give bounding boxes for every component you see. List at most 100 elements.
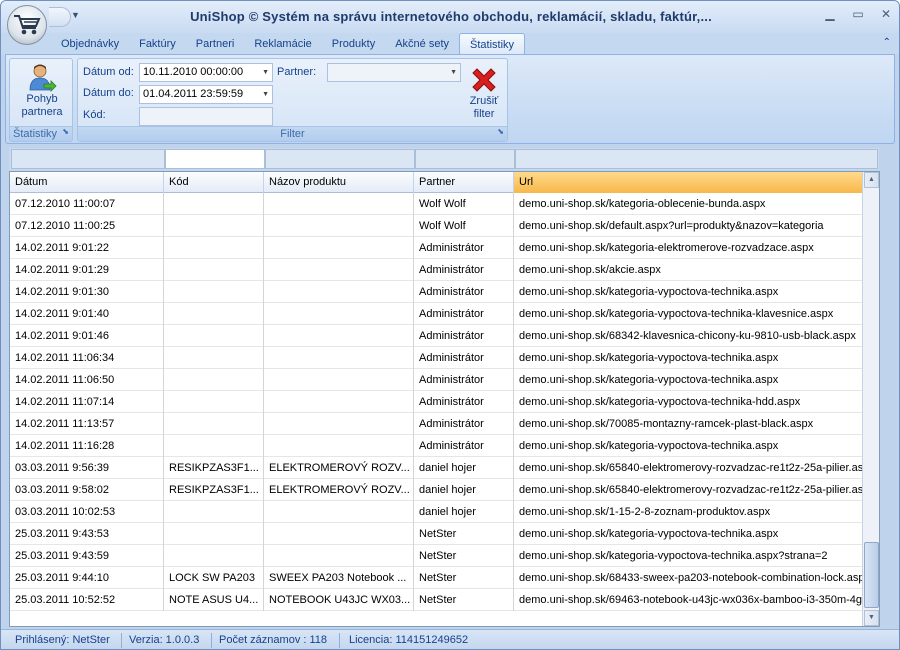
cancel-filter-label-1: Zrušiť: [469, 95, 499, 107]
partner-dropdown[interactable]: ▼: [327, 63, 461, 82]
filter-group-label: Filter ⬊: [78, 126, 507, 141]
table-cell: [264, 347, 414, 369]
filter-dialog-launcher-icon[interactable]: ⬊: [497, 124, 504, 139]
table-cell: daniel hojer: [414, 501, 514, 523]
table-row[interactable]: 14.02.2011 11:06:50 Administrátor demo.uni…: [10, 369, 879, 391]
table-cell: [264, 215, 414, 237]
application-menu-button[interactable]: [7, 5, 47, 45]
table-cell: 07.12.2010 11:00:07: [10, 193, 164, 215]
table-cell: 25.03.2011 9:43:53: [10, 523, 164, 545]
tab-1[interactable]: Faktúry: [129, 33, 186, 55]
date-to-field[interactable]: 01.04.2011 23:59:59 ▼: [139, 85, 273, 104]
scroll-up-icon[interactable]: ▲: [864, 172, 879, 188]
table-cell: 03.03.2011 9:56:39: [10, 457, 164, 479]
maximize-icon[interactable]: ▭: [851, 7, 865, 21]
filter-cell-partner[interactable]: [415, 149, 515, 169]
tab-6[interactable]: Štatistiky: [459, 33, 526, 55]
table-cell: 14.02.2011 11:16:28: [10, 435, 164, 457]
table-row[interactable]: 14.02.2011 9:01:22 Administrátor demo.uni-…: [10, 237, 879, 259]
shopping-cart-icon: [14, 15, 41, 35]
table-cell: LOCK SW PA203: [164, 567, 264, 589]
column-header-0[interactable]: Dátum: [10, 172, 164, 193]
table-row[interactable]: 14.02.2011 11:16:28 Administrátor demo.uni…: [10, 435, 879, 457]
column-header-4[interactable]: Url: [514, 172, 864, 193]
table-cell: Administrátor: [414, 237, 514, 259]
table-cell: [264, 193, 414, 215]
table-row[interactable]: 03.03.2011 9:58:02 RESIKPZAS3F1... ELEKTRO…: [10, 479, 879, 501]
table-cell: daniel hojer: [414, 479, 514, 501]
table-cell: [264, 545, 414, 567]
table-row[interactable]: 14.02.2011 9:01:46 Administrátor demo.uni-…: [10, 325, 879, 347]
table-cell: demo.uni-shop.sk/kategoria-elektromerove…: [514, 237, 864, 259]
vertical-scrollbar[interactable]: ▲ ▼: [862, 172, 879, 626]
user-arrow-icon: [29, 64, 57, 92]
table-row[interactable]: 25.03.2011 9:43:53 NetSter demo.uni-shop.s…: [10, 523, 879, 545]
table-cell: RESIKPZAS3F1...: [164, 479, 264, 501]
statistics-dialog-launcher-icon[interactable]: ⬊: [62, 124, 69, 139]
table-cell: 14.02.2011 11:06:50: [10, 369, 164, 391]
filter-cell-date[interactable]: [11, 149, 165, 169]
partner-label: Partner:: [277, 66, 317, 78]
filter-cell-url[interactable]: [515, 149, 878, 169]
date-from-dropdown-icon[interactable]: ▼: [262, 64, 269, 81]
table-row[interactable]: 14.02.2011 11:06:34 Administrátor demo.uni…: [10, 347, 879, 369]
date-from-field[interactable]: 10.11.2010 00:00:00 ▼: [139, 63, 273, 82]
filter-group: Dátum od: 10.11.2010 00:00:00 ▼ Dátum do…: [77, 58, 508, 142]
partner-movement-button[interactable]: Pohyb partnera: [14, 63, 70, 119]
table-cell: SWEEX PA203 Notebook ...: [264, 567, 414, 589]
table-row[interactable]: 07.12.2010 11:00:25 Wolf Wolf demo.uni-sho…: [10, 215, 879, 237]
filter-cell-code[interactable]: [165, 149, 265, 169]
table-row[interactable]: 14.02.2011 9:01:40 Administrátor demo.uni-…: [10, 303, 879, 325]
code-field[interactable]: [139, 107, 273, 126]
table-row[interactable]: 14.02.2011 9:01:30 Administrátor demo.uni-…: [10, 281, 879, 303]
table-row[interactable]: 25.03.2011 9:44:10 LOCK SW PA203 SWEEX PA2…: [10, 567, 879, 589]
table-cell: Administrátor: [414, 259, 514, 281]
table-cell: 03.03.2011 9:58:02: [10, 479, 164, 501]
tab-0[interactable]: Objednávky: [51, 33, 129, 55]
tab-5[interactable]: Akčné sety: [385, 33, 459, 55]
table-row[interactable]: 03.03.2011 10:02:53 daniel hojer demo.uni-…: [10, 501, 879, 523]
table-row[interactable]: 07.12.2010 11:00:07 Wolf Wolf demo.uni-sho…: [10, 193, 879, 215]
table-cell: [264, 369, 414, 391]
statistics-group: Pohyb partnera Štatistiky ⬊: [9, 58, 73, 142]
column-header-2[interactable]: Názov produktu: [264, 172, 414, 193]
table-cell: Administrátor: [414, 281, 514, 303]
grid-filter-row: [9, 148, 879, 170]
cancel-filter-button[interactable]: Zrušiť filter: [465, 65, 503, 121]
title-bar: ▼ UniShop © Systém na správu internetové…: [1, 1, 899, 33]
scrollbar-thumb[interactable]: [864, 542, 879, 608]
table-cell: demo.uni-shop.sk/kategoria-oblecenie-bun…: [514, 193, 864, 215]
table-row[interactable]: 14.02.2011 9:01:29 Administrátor demo.uni-…: [10, 259, 879, 281]
filter-cell-product[interactable]: [265, 149, 415, 169]
ribbon-collapse-icon[interactable]: ⌃: [883, 37, 891, 48]
table-cell: demo.uni-shop.sk/kategoria-vypoctova-tec…: [514, 435, 864, 457]
table-row[interactable]: 14.02.2011 11:07:14 Administrátor demo.uni…: [10, 391, 879, 413]
table-cell: [164, 325, 264, 347]
table-cell: 07.12.2010 11:00:25: [10, 215, 164, 237]
table-cell: 14.02.2011 9:01:40: [10, 303, 164, 325]
close-icon[interactable]: ✕: [879, 7, 893, 21]
status-logged-in: Prihlásený: NetSter: [15, 634, 110, 646]
date-to-dropdown-icon[interactable]: ▼: [262, 86, 269, 103]
table-cell: 25.03.2011 9:43:59: [10, 545, 164, 567]
tab-2[interactable]: Partneri: [186, 33, 245, 55]
tab-3[interactable]: Reklamácie: [244, 33, 321, 55]
table-cell: [164, 347, 264, 369]
minimize-icon[interactable]: ▁: [823, 7, 837, 21]
table-cell: [264, 435, 414, 457]
table-cell: NetSter: [414, 523, 514, 545]
partner-movement-label-1: Pohyb: [26, 93, 58, 105]
partner-dropdown-icon[interactable]: ▼: [450, 64, 457, 81]
table-row[interactable]: 25.03.2011 10:52:52 NOTE ASUS U4... NOTEBO…: [10, 589, 879, 611]
table-cell: Wolf Wolf: [414, 215, 514, 237]
table-cell: demo.uni-shop.sk/default.aspx?url=produk…: [514, 215, 864, 237]
status-version: Verzia: 1.0.0.3: [129, 634, 200, 646]
column-header-1[interactable]: Kód: [164, 172, 264, 193]
column-header-3[interactable]: Partner: [414, 172, 514, 193]
scroll-down-icon[interactable]: ▼: [864, 610, 879, 626]
table-cell: [164, 193, 264, 215]
tab-4[interactable]: Produkty: [322, 33, 385, 55]
table-row[interactable]: 03.03.2011 9:56:39 RESIKPZAS3F1... ELEKTRO…: [10, 457, 879, 479]
table-row[interactable]: 25.03.2011 9:43:59 NetSter demo.uni-shop.s…: [10, 545, 879, 567]
table-row[interactable]: 14.02.2011 11:13:57 Administrátor demo.uni…: [10, 413, 879, 435]
